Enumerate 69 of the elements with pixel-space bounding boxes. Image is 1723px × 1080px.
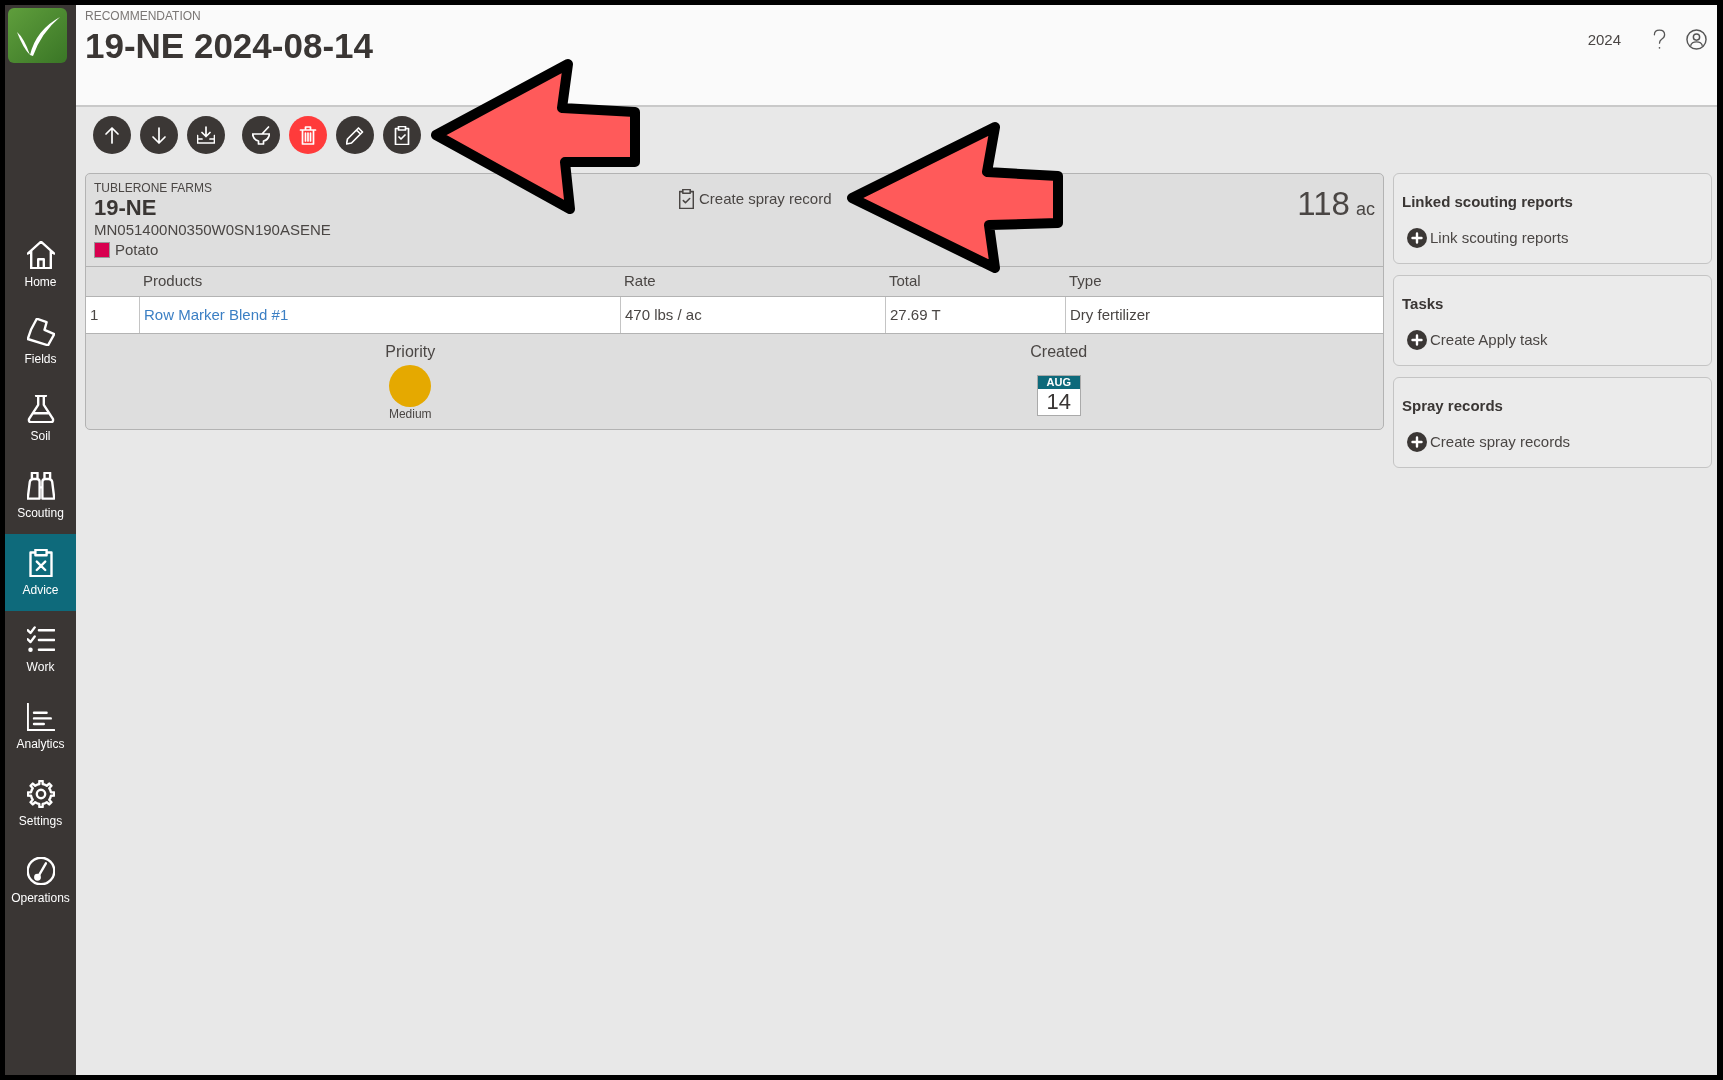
column-header: Products: [142, 271, 203, 292]
table-cell: 27.69 T: [885, 297, 1065, 333]
panel-title: Spray records: [1402, 396, 1504, 416]
plus-circle-icon: [1407, 228, 1427, 248]
farm-name: TUBLERONE FARMS: [94, 181, 214, 196]
clipboard-button[interactable]: [383, 116, 421, 154]
crop-name: Potato: [115, 240, 159, 260]
column-header: Rate: [623, 271, 656, 292]
arrow-up-icon: [103, 125, 121, 145]
page-section-label: RECOMMENDATION: [85, 9, 202, 23]
field-shape-icon: [26, 317, 55, 346]
home-icon: [26, 240, 55, 269]
clipboard-check-icon: [393, 125, 411, 145]
area-value: 118: [1297, 186, 1350, 222]
plus-circle-icon: [1407, 432, 1427, 452]
nav-item[interactable]: Analytics: [5, 688, 76, 765]
panel-action-button[interactable]: Create spray records: [1407, 430, 1571, 454]
panel-action-button[interactable]: Link scouting reports: [1407, 226, 1569, 250]
nav-item[interactable]: Home: [5, 226, 76, 303]
nav-item[interactable]: Settings: [5, 765, 76, 842]
date-day: 14: [1037, 389, 1080, 415]
created-label: Created: [1030, 342, 1088, 362]
panel-title: Linked scouting reports: [1402, 192, 1574, 212]
page-title: 19-NE 2024-08-14: [85, 26, 373, 66]
move-down-button[interactable]: [140, 116, 178, 154]
priority-value: Medium: [388, 407, 432, 421]
download-button[interactable]: [187, 116, 225, 154]
table-cell: Dry fertilizer: [1065, 297, 1383, 333]
nav-item[interactable]: Soil: [5, 380, 76, 457]
help-icon[interactable]: [1653, 29, 1666, 50]
plus-circle-icon: [1407, 330, 1427, 350]
settings-icon: [26, 779, 55, 808]
edit-button[interactable]: [336, 116, 374, 154]
nav-item[interactable]: Advice: [5, 534, 76, 611]
column-header: Type: [1068, 271, 1102, 292]
delete-button[interactable]: [289, 116, 327, 154]
mortar-pestle-icon: [252, 125, 270, 145]
legal-description: MN051400N0350W0SN190ASENE: [94, 220, 332, 240]
arrow-down-icon: [150, 125, 168, 145]
user-icon[interactable]: [1686, 29, 1707, 50]
chart-icon: [26, 702, 55, 731]
column-header: Total: [888, 271, 921, 292]
pencil-icon: [346, 125, 364, 145]
nav-item[interactable]: Work: [5, 611, 76, 688]
gauge-icon: [26, 856, 55, 885]
clipboard-check-icon: [679, 189, 694, 209]
table-cell: 470 lbs / ac: [620, 297, 885, 333]
create-spray-record-button[interactable]: Create spray record: [679, 189, 832, 209]
table-cell-text: 1: [89, 304, 100, 325]
download-icon: [197, 125, 215, 145]
move-up-button[interactable]: [93, 116, 131, 154]
mortar-button[interactable]: [242, 116, 280, 154]
field-name: 19-NE: [94, 196, 158, 220]
priority-label: Priority: [385, 342, 436, 362]
logo-icon: [8, 8, 67, 63]
area-unit: ac: [1356, 198, 1375, 221]
panel-action-button[interactable]: Create Apply task: [1407, 328, 1548, 352]
nav-item[interactable]: Fields: [5, 303, 76, 380]
year-selector[interactable]: 2024: [1587, 29, 1621, 50]
flask-icon: [26, 394, 55, 423]
panel-title: Tasks: [1402, 294, 1445, 314]
trash-icon: [299, 125, 317, 145]
product-link[interactable]: Row Marker Blend #1: [144, 303, 289, 327]
binoculars-icon: [26, 471, 55, 500]
date-month: AUG: [1037, 376, 1080, 389]
clipboard-icon: [26, 548, 55, 577]
nav-item[interactable]: Scouting: [5, 457, 76, 534]
nav-item[interactable]: Operations: [5, 842, 76, 919]
checklist-icon: [26, 625, 55, 654]
